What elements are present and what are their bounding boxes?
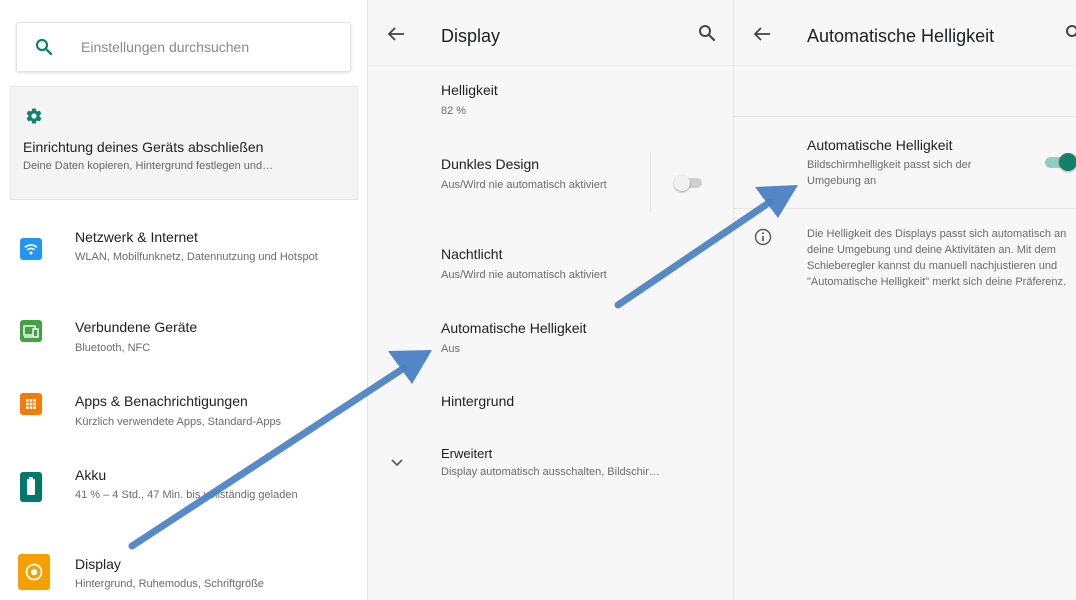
info-icon [754, 228, 772, 246]
setup-card-subtitle: Deine Daten kopieren, Hintergrund festle… [23, 160, 274, 172]
setting-title: Automatische Helligkeit [807, 137, 953, 153]
adaptive-brightness-setting[interactable]: Automatische Helligkeit Bildschirmhellig… [734, 137, 1076, 197]
search-icon [35, 38, 53, 56]
settings-item-title: Verbundene Geräte [75, 319, 198, 335]
item-subtitle: Aus/Wird nie automatisch aktiviert [441, 179, 607, 191]
back-arrow-icon[interactable] [386, 24, 406, 44]
settings-item-network[interactable]: Netzwerk & Internet WLAN, Mobilfunknetz,… [0, 226, 367, 296]
display-icon [18, 554, 50, 590]
settings-item-subtitle: Hintergrund, Ruhemodus, Schriftgröße [75, 578, 264, 590]
settings-item-subtitle: WLAN, Mobilfunknetz, Datennutzung und Ho… [75, 251, 318, 263]
adaptive-header: Automatische Helligkeit [734, 0, 1076, 66]
info-text: Die Helligkeit des Displays passt sich a… [807, 228, 1067, 288]
item-title: Nachtlicht [441, 246, 503, 262]
item-title: Dunkles Design [441, 156, 540, 172]
back-arrow-icon[interactable] [752, 24, 772, 44]
settings-item-apps[interactable]: Apps & Benachrichtigungen Kürzlich verwe… [0, 390, 367, 460]
item-subtitle: Aus/Wird nie automatisch aktiviert [441, 269, 607, 281]
settings-item-display[interactable]: Display Hintergrund, Ruhemodus, Schriftg… [0, 552, 367, 600]
advanced-item[interactable]: Erweitert Display automatisch ausschalte… [368, 446, 733, 486]
gear-icon [26, 108, 42, 124]
item-title: Automatische Helligkeit [441, 320, 587, 336]
wifi-icon [20, 238, 42, 260]
adaptive-brightness-toggle[interactable] [1045, 152, 1076, 172]
settings-item-subtitle: Kürzlich verwendete Apps, Standard-Apps [75, 416, 282, 428]
item-subtitle: 82 % [441, 105, 467, 117]
item-title: Hintergrund [441, 393, 515, 409]
settings-item-subtitle: Bluetooth, NFC [75, 342, 151, 354]
search-input[interactable]: Einstellungen durchsuchen [81, 39, 249, 55]
settings-item-title: Apps & Benachrichtigungen [75, 393, 248, 409]
settings-item-connected-devices[interactable]: Verbundene Geräte Bluetooth, NFC [0, 316, 367, 386]
search-bar[interactable]: Einstellungen durchsuchen [16, 22, 351, 72]
wallpaper-item[interactable]: Hintergrund [368, 393, 733, 423]
divider [734, 208, 1076, 209]
brightness-item[interactable]: Helligkeit 82 % [368, 82, 733, 132]
display-header: Display [368, 0, 733, 66]
devices-icon [20, 320, 42, 342]
item-subtitle: Aus [441, 343, 460, 355]
settings-panel: Einstellungen durchsuchen Einrichtung de… [0, 0, 368, 600]
page-title: Automatische Helligkeit [807, 26, 995, 46]
divider [734, 116, 1076, 117]
night-light-item[interactable]: Nachtlicht Aus/Wird nie automatisch akti… [368, 246, 733, 296]
item-title: Erweitert [441, 446, 493, 461]
setup-card[interactable]: Einrichtung deines Geräts abschließen De… [10, 86, 358, 200]
settings-item-title: Akku [75, 467, 107, 483]
search-icon[interactable] [698, 24, 716, 42]
settings-item-title: Netzwerk & Internet [75, 229, 198, 245]
vertical-divider [650, 152, 651, 212]
adaptive-brightness-item[interactable]: Automatische Helligkeit Aus [368, 320, 733, 370]
apps-icon [20, 393, 42, 415]
dark-theme-toggle[interactable] [674, 175, 706, 191]
setting-subtitle: Bildschirmhelligkeit passt sich der Umge… [807, 159, 972, 187]
adaptive-brightness-panel: Automatische Helligkeit Automatische Hel… [734, 0, 1076, 600]
settings-item-title: Display [75, 556, 121, 572]
page-title: Display [441, 26, 501, 46]
display-panel: Display Helligkeit 82 % Dunkles Design A… [368, 0, 734, 600]
chevron-down-icon [391, 459, 403, 467]
setup-card-title: Einrichtung deines Geräts abschließen [23, 139, 264, 155]
item-subtitle: Display automatisch ausschalten, Bildsch… [441, 466, 660, 478]
settings-item-battery[interactable]: Akku 41 % – 4 Std., 47 Min. bis vollstän… [0, 464, 367, 534]
battery-icon [20, 472, 42, 502]
search-icon[interactable] [1065, 24, 1076, 42]
settings-item-subtitle: 41 % – 4 Std., 47 Min. bis vollständig g… [75, 489, 298, 501]
item-title: Helligkeit [441, 82, 498, 98]
